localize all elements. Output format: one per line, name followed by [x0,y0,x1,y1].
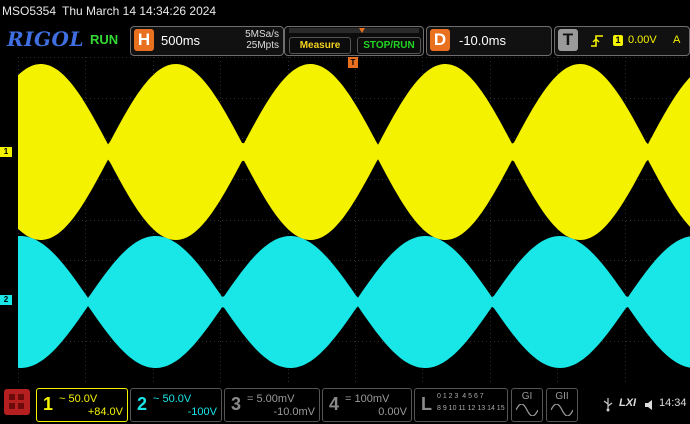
sample-rate: 5MSa/s [245,29,279,40]
system-time: 14:34 [659,397,687,409]
ch1-offset: +84.0V [87,406,123,418]
quick-buttons: Measure STOP/RUN [284,26,424,56]
ch2-offset: -100V [187,406,217,418]
lxi-icon: LXI [619,397,637,409]
generator-2-label: GII [555,391,569,402]
ch1-scale: 50.0V [68,393,98,405]
ch3-scale: 5.00mV [256,393,295,405]
trigger-letter: T [558,29,578,51]
ch2-offset-marker[interactable]: 2 [0,295,12,305]
horizontal-panel[interactable]: H 500ms 5MSa/s 25Mpts [130,26,284,56]
memory-depth: 25Mpts [246,40,279,51]
ch1-waveform [18,64,690,240]
ch1-number: 1 [43,394,54,414]
ch2-panel[interactable]: 2 ~ 50.0V -100V [130,388,222,422]
sine-wave-icon [516,404,538,416]
model-name: MSO5354 [2,4,57,18]
delay-value: -10.0ms [459,33,506,48]
datetime: Thu March 14 14:34:26 2024 [62,4,217,18]
trigger-panel[interactable]: T 1 0.00V A [554,26,690,56]
waveforms [18,64,690,368]
ch3-coupling: = [247,393,254,405]
waveform-display[interactable]: T [18,57,690,383]
logic-letter: L [421,394,432,414]
generator-1-label: GI [521,391,533,402]
navigation-menu-button[interactable] [4,389,30,415]
ch2-number: 2 [137,394,148,414]
ch1-panel[interactable]: 1 ~ 50.0V +84.0V [36,388,128,422]
ch1-coupling: ~ [59,393,66,405]
trigger-source: 1 [613,35,623,46]
stop-run-button[interactable]: STOP/RUN [357,37,421,54]
run-state[interactable]: RUN [90,32,118,47]
delay-letter: D [430,29,450,51]
timebase-value: 500ms [161,33,201,48]
ch3-offset: -10.0mV [273,406,315,418]
ch2-coupling: ~ [153,393,160,405]
trigger-position-ruler [289,28,419,33]
ch1-offset-marker[interactable]: 1 [0,147,12,157]
logic-panel[interactable]: L 0 1 2 3 4 5 6 7 8 9 10 11 12 13 14 15 [414,388,508,422]
status-line: MSO5354 Thu March 14 14:34:26 2024 [0,0,690,22]
generator-1-button[interactable]: GI [511,388,543,422]
waveform-svg [18,57,690,383]
trigger-mode: A [673,34,681,46]
measure-button[interactable]: Measure [289,37,351,54]
bottom-bar: 1 ~ 50.0V +84.0V 2 ~ 50.0V -100V 3 = 5.0… [0,384,690,424]
generator-2-button[interactable]: GII [546,388,578,422]
rising-edge-icon [591,35,603,47]
top-bar: RIGOL RUN H 500ms 5MSa/s 25Mpts Measure … [0,24,690,58]
logic-channels-row1: 0 1 2 3 4 5 6 7 [437,393,484,400]
brand-logo: RIGOL [7,27,85,51]
ch4-offset: 0.00V [378,406,407,418]
grid-menu-icon [9,394,24,409]
horizontal-letter: H [134,29,154,51]
logic-channels-row2: 8 9 10 11 12 13 14 15 [437,405,505,412]
ch2-scale: 50.0V [162,393,192,405]
sine-wave-icon [551,404,573,416]
usb-icon [603,398,613,412]
ch3-panel[interactable]: 3 = 5.00mV -10.0mV [224,388,320,422]
ch4-panel[interactable]: 4 = 100mV 0.00V [322,388,412,422]
speaker-icon[interactable] [645,400,655,410]
trigger-position-marker[interactable]: T [348,57,358,68]
ch4-number: 4 [329,394,340,414]
ch4-scale: 100mV [354,393,390,405]
ch4-coupling: = [345,393,352,405]
trigger-level: 0.00V [628,34,657,46]
ch2-waveform [18,236,690,368]
ch3-number: 3 [231,394,242,414]
delay-panel[interactable]: D -10.0ms [426,26,552,56]
